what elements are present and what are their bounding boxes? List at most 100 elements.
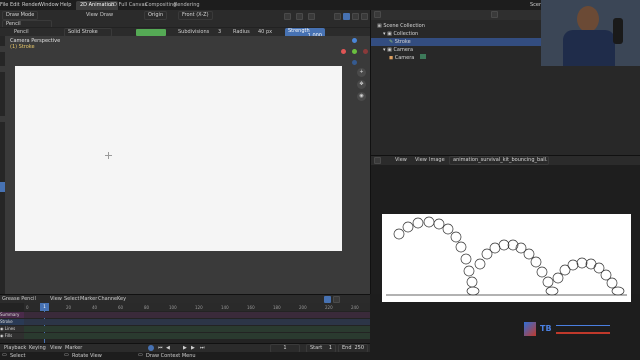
end-value: 250 [354, 345, 364, 351]
filter-icon[interactable] [491, 11, 498, 18]
editor-type-icon[interactable] [374, 157, 381, 164]
subdivisions-label: Subdivisions [178, 29, 210, 35]
outliner-panel: ▣ Scene Collection ▾ ▣ Collection ✎ Stro… [370, 0, 640, 155]
play-icon[interactable]: ▶ [183, 346, 187, 351]
app-menu-edit[interactable]: Edit [10, 3, 20, 8]
shading-solid-icon[interactable] [343, 13, 350, 20]
pan-icon[interactable]: ✥ [357, 80, 366, 89]
jump-end-icon[interactable]: ⏭ [200, 346, 205, 351]
radius-value[interactable]: 40 px [258, 30, 272, 35]
logo-text: TB [540, 324, 552, 333]
gizmo-x-neg-icon[interactable] [363, 49, 368, 54]
viewport-area[interactable]: Camera Perspective (1) Stroke + ✥ ◉ [5, 36, 370, 294]
frame-ruler[interactable]: 0 20 40 60 80 100 120 140 160 180 200 22… [24, 303, 370, 311]
brush-name[interactable]: Pencil [14, 30, 29, 35]
outliner-row-scene-collection[interactable]: ▣ Scene Collection [377, 22, 425, 30]
view-orientation-dropdown[interactable]: Front (X-Z) [178, 11, 213, 20]
dopesheet-marker-menu[interactable]: Marker [80, 297, 97, 302]
image-editor-panel: View View Image animation_survival_kit_b… [370, 155, 640, 302]
app-menu-help[interactable]: Help [60, 3, 71, 8]
outliner-row-camera[interactable]: ◼ Camera [389, 54, 426, 62]
visibility-icon[interactable]: ◉ [0, 333, 4, 338]
playback-menu[interactable]: Playback [4, 346, 26, 351]
app-menu-render[interactable]: Render [22, 3, 40, 8]
viewport-draw-menu[interactable]: Draw [100, 13, 113, 18]
radius-label: Radius [233, 29, 250, 35]
gizmo-y-axis-icon[interactable] [352, 49, 357, 54]
keying-menu[interactable]: Keying [29, 346, 46, 351]
shading-render-icon[interactable] [361, 13, 368, 20]
logo-mark-icon [524, 322, 536, 336]
strength-label: Strength [288, 28, 310, 34]
watermark-logo: TB [524, 322, 614, 338]
track-summary [24, 312, 370, 318]
start-value: 1 [328, 345, 332, 351]
image-editor-view2-menu[interactable]: View [415, 158, 427, 163]
frame-label: 0 [26, 305, 29, 310]
pivot-dropdown[interactable]: Origin [144, 11, 168, 20]
app-menu-window[interactable]: Window [39, 3, 59, 8]
frame-label: 220 [325, 305, 333, 310]
material-color-swatch[interactable] [136, 29, 166, 36]
only-selected-icon[interactable] [324, 296, 331, 303]
app-menu-file[interactable]: File [0, 3, 8, 8]
channel-stroke[interactable]: Stroke [0, 319, 24, 325]
start-label: Start [310, 345, 323, 351]
gizmo-z-axis-icon[interactable] [352, 38, 357, 43]
camera-data-icon [419, 54, 426, 59]
status-bar: ▭ Select ▭ Rotate View ▭ Draw Context Me… [0, 352, 640, 360]
dopesheet-view-menu[interactable]: View [50, 297, 62, 302]
filter-icon[interactable] [333, 296, 340, 303]
dopesheet-body[interactable]: 0 20 40 60 80 100 120 140 160 180 200 22… [0, 303, 370, 343]
presenter-body [563, 30, 615, 66]
step-forward-icon[interactable]: ▶ [191, 346, 195, 351]
shading-material-icon[interactable] [352, 13, 359, 20]
timeline-view-menu[interactable]: View [50, 346, 62, 351]
outliner-display-mode-icon[interactable] [374, 11, 381, 18]
dopesheet-channel-menu[interactable]: Channel [98, 297, 119, 302]
image-editor-image-menu[interactable]: Image [429, 158, 445, 163]
dopesheet-key-menu[interactable]: Key [117, 297, 126, 302]
zoom-icon[interactable]: + [357, 68, 366, 77]
step-back-icon[interactable]: ◀ [166, 346, 170, 351]
camera-view-icon[interactable]: ◉ [357, 92, 366, 101]
current-frame-indicator[interactable]: 1 [40, 303, 49, 311]
frame-label: 20 [66, 305, 72, 310]
presenter-head [577, 6, 599, 32]
viewport-view-menu[interactable]: View [86, 13, 98, 18]
gizmo-z-neg-icon[interactable] [352, 60, 357, 65]
xray-icon[interactable] [308, 13, 315, 20]
drawing-canvas[interactable] [15, 66, 342, 251]
image-name-field[interactable]: animation_survival_kit_bouncing_ball.png [449, 156, 549, 165]
frame-label: 60 [118, 305, 124, 310]
subdivisions-value[interactable]: 3 [218, 30, 221, 35]
frame-label: 140 [221, 305, 229, 310]
frame-label: 180 [273, 305, 281, 310]
gizmo-x-axis-icon[interactable] [341, 49, 346, 54]
outliner-row-collection[interactable]: ▾ ▣ Collection [383, 30, 418, 38]
channel-summary[interactable]: Summary [0, 312, 24, 318]
status-right-text: Draw Context Menu [146, 353, 196, 359]
auto-key-icon[interactable] [148, 345, 154, 351]
tool-settings-bar: Pencil Solid Stroke Subdivisions 3 Radiu… [0, 27, 370, 40]
visibility-icon[interactable]: ◉ [0, 326, 4, 331]
mode-dropdown[interactable]: Draw Mode [2, 11, 39, 20]
navigation-gizmo[interactable] [341, 38, 369, 66]
channel-fills[interactable]: ◉ Fills [0, 333, 24, 339]
shading-wire-icon[interactable] [334, 13, 341, 20]
timeline-marker-menu[interactable]: Marker [65, 346, 82, 351]
status-left-text: Select [10, 353, 26, 359]
outliner-row-camera-collection[interactable]: ▾ ▣ Camera [383, 46, 413, 54]
dopesheet-mode-dropdown[interactable]: Grease Pencil [2, 297, 36, 302]
snap-icon[interactable] [284, 13, 291, 20]
dopesheet-select-menu[interactable]: Select [64, 297, 79, 302]
reference-image [382, 214, 631, 302]
jump-start-icon[interactable]: ⏮ [158, 346, 163, 351]
frame-label: 80 [144, 305, 150, 310]
overlay-icon[interactable] [296, 13, 303, 20]
workspace-tab-rendering[interactable]: Rendering [170, 1, 204, 10]
channel-lines[interactable]: ◉ Lines [0, 326, 24, 332]
bouncing-ball-sketch [386, 216, 627, 296]
image-editor-view-menu[interactable]: View [395, 158, 407, 163]
image-editor-header: View View Image animation_survival_kit_b… [371, 156, 640, 165]
